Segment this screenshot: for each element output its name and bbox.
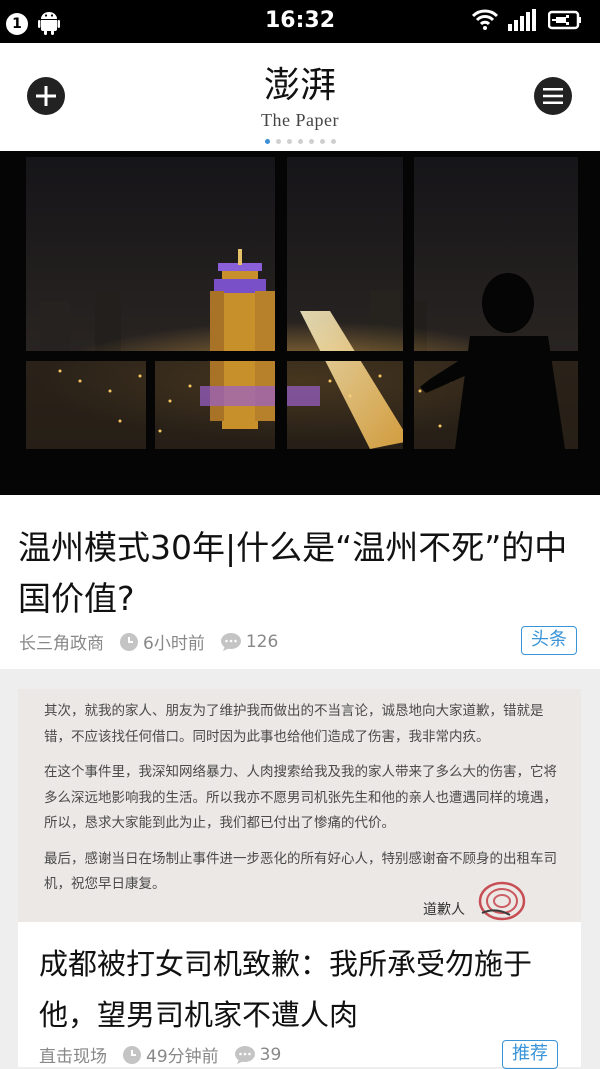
- letter-paragraph: 在这个事件里，我深知网络暴力、人肉搜索给我及我的家人带来了多么大的伤害，它将多么…: [44, 764, 557, 831]
- app-header: 澎湃 The Paper: [0, 43, 600, 151]
- article-time: 6小时前: [143, 634, 205, 654]
- article-meta: 直击现场 49分钟前 39: [39, 1042, 282, 1068]
- page-dot: [264, 139, 270, 144]
- page-dot: [297, 139, 303, 144]
- page-dot: [319, 139, 325, 144]
- page-dot: [286, 139, 292, 144]
- article-meta: 长三角政商 6小时前 126: [19, 629, 279, 655]
- article-comment-count: 126: [245, 631, 279, 652]
- letter-signature: 道歉人: [423, 902, 465, 918]
- fingerprint-seal: [478, 881, 526, 921]
- page-dot: [308, 139, 314, 144]
- hamburger-menu-icon: [543, 88, 563, 104]
- letter-text: 其次，就我的家人、朋友为了维护我而做出的不当言论，诚恳地向大家道歉，错就是错，不…: [44, 699, 564, 908]
- page-dot: [330, 139, 336, 144]
- page-indicator: [0, 139, 600, 144]
- article-time: 49分钟前: [146, 1047, 219, 1067]
- signal-icon: [508, 9, 538, 35]
- article-tag-badge: 推荐: [502, 1040, 558, 1069]
- article-title[interactable]: 温州模式30年|什么是“温州不死”的中国价值?: [18, 522, 583, 624]
- clock-icon: [120, 632, 138, 651]
- wifi-icon: [471, 9, 499, 35]
- page-dot: [275, 139, 281, 144]
- article-hero-image: [0, 151, 600, 495]
- article-comment-count: 39: [259, 1044, 282, 1065]
- menu-button[interactable]: [534, 77, 572, 115]
- article-tag-badge: 头条: [521, 626, 577, 655]
- comment-icon: [234, 1045, 255, 1064]
- article-source: 直击现场: [39, 1047, 107, 1067]
- app-logo-english: The Paper: [261, 110, 339, 130]
- article-title[interactable]: 成都被打女司机致歉：我所承受勿施于他，望男司机家不遭人肉: [39, 939, 574, 1041]
- clock-icon: [123, 1045, 141, 1064]
- article-image-letter: 其次，就我的家人、朋友为了维护我而做出的不当言论，诚恳地向大家道歉，错就是错，不…: [18, 689, 581, 922]
- comment-icon: [220, 632, 241, 651]
- article-card[interactable]: 其次，就我的家人、朋友为了维护我而做出的不当言论，诚恳地向大家道歉，错就是错，不…: [18, 689, 581, 1069]
- letter-paragraph: 其次，就我的家人、朋友为了维护我而做出的不当言论，诚恳地向大家道歉，错就是错，不…: [44, 703, 544, 745]
- app-logo-chinese: 澎湃: [263, 65, 336, 106]
- article-card-headline[interactable]: 温州模式30年|什么是“温州不死”的中国价值? 长三角政商 6小时前 126 头…: [0, 151, 600, 669]
- article-source: 长三角政商: [19, 634, 104, 654]
- status-bar: 1 16:32: [0, 0, 600, 43]
- battery-charging-icon: [547, 9, 582, 35]
